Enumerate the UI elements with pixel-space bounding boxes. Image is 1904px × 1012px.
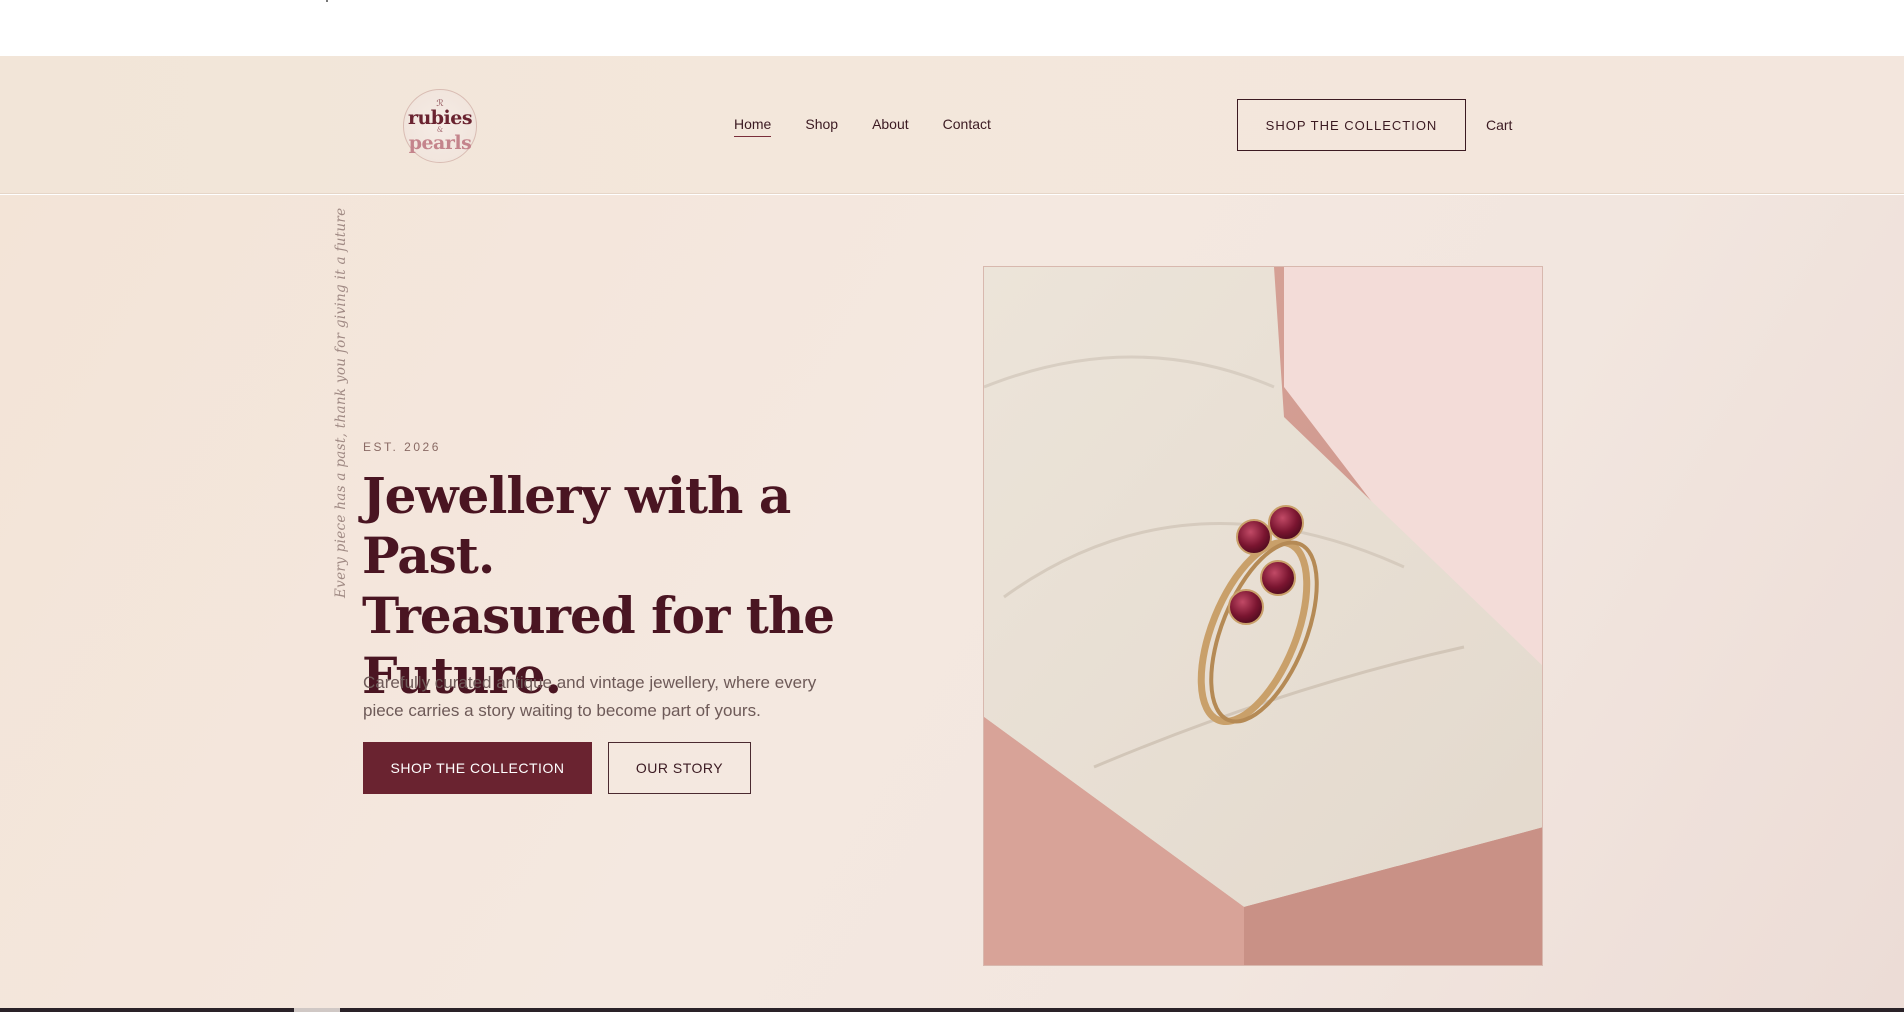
brand-logo[interactable]: ℛ rubies & pearls: [403, 89, 477, 163]
hero-section: [0, 195, 1904, 1010]
cart-link[interactable]: Cart: [1486, 117, 1512, 133]
main-nav: Home Shop About Contact: [734, 116, 991, 137]
our-story-button[interactable]: OUR STORY: [608, 742, 751, 794]
nav-item-home[interactable]: Home: [734, 116, 772, 137]
shop-collection-button[interactable]: SHOP THE COLLECTION: [363, 742, 592, 794]
ring-box-photo: [983, 266, 1543, 966]
header-shop-collection-button[interactable]: SHOP THE COLLECTION: [1237, 99, 1466, 151]
logo-word-pearls: pearls: [408, 132, 472, 154]
hero-description: Carefully curated antique and vintage je…: [363, 673, 817, 720]
bottom-edge-bar: [0, 1008, 1904, 1012]
headline-line-2: Treasured for the: [362, 586, 835, 645]
ring-in-box-illustration: [984, 267, 1542, 965]
hero-eyebrow: EST. 2026: [363, 440, 441, 454]
logo-word-rubies: rubies: [407, 107, 473, 129]
stray-dot: [326, 0, 328, 2]
site-header: ℛ rubies & pearls Home Shop About Contac…: [0, 56, 1904, 194]
bottom-edge-segment: [294, 1008, 340, 1012]
browser-top-strip: [0, 0, 1904, 56]
nav-item-shop[interactable]: Shop: [805, 116, 838, 137]
nav-item-contact[interactable]: Contact: [943, 116, 991, 137]
nav-item-about[interactable]: About: [872, 116, 909, 137]
vertical-tagline: Every piece has a past, thank you for gi…: [333, 207, 349, 598]
headline-line-1: Jewellery with a Past.: [362, 466, 791, 585]
